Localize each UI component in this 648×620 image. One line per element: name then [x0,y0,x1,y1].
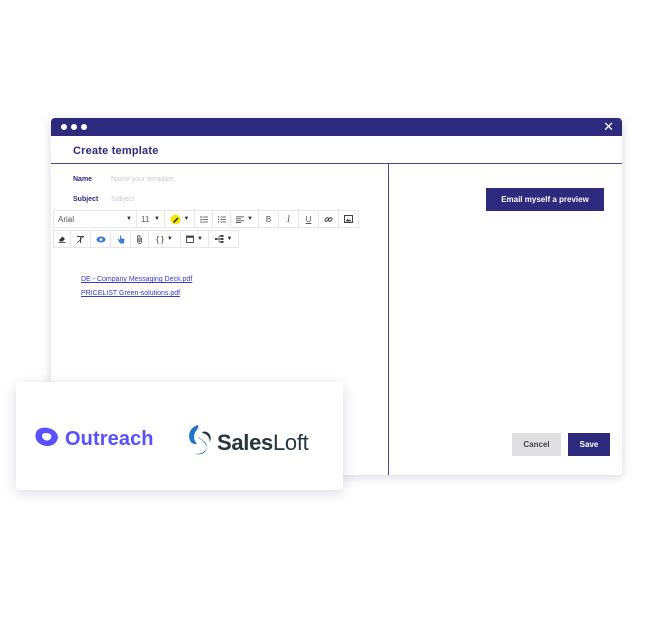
eraser-button[interactable] [53,230,71,248]
clear-format-button[interactable] [71,230,91,248]
chevron-down-icon: ▼ [166,236,173,242]
dot-icon [71,124,77,130]
chevron-down-icon: ▼ [197,236,203,242]
attachment-link[interactable]: DE - Company Messaging Deck.pdf [81,276,192,283]
window-header: Create template [51,136,622,164]
chevron-down-icon: ▼ [154,216,160,222]
calendar-icon [186,235,194,243]
chevron-down-icon: ▼ [183,216,190,222]
cancel-button[interactable]: Cancel [512,433,561,456]
preview-eye-button[interactable] [91,230,111,248]
integrations-card: Outreach SalesLoft [16,382,343,490]
chevron-down-icon: ▼ [226,236,233,242]
chevron-down-icon: ▼ [247,216,253,222]
italic-button[interactable]: I [279,210,299,228]
salesloft-logo-icon [188,424,214,461]
track-clicks-button[interactable] [111,230,131,248]
save-button[interactable]: Save [568,433,610,456]
link-icon [324,215,333,224]
link-button[interactable] [319,210,339,228]
dot-icon [81,124,87,130]
email-preview-button[interactable]: Email myself a preview [486,188,604,211]
snippets-select[interactable]: ▼ [209,230,239,248]
calendar-select[interactable]: ▼ [181,230,209,248]
subject-row: Subject [73,196,291,203]
italic-icon: I [287,214,290,224]
font-size-select[interactable]: 11 ▼ [137,210,165,228]
dot-icon [61,124,67,130]
name-input[interactable] [111,176,291,183]
variables-select[interactable]: { } ▼ [149,230,181,248]
font-size-value: 11 [141,214,150,224]
subject-label: Subject [73,196,99,203]
sitemap-icon [214,235,224,243]
attachment-list: DE - Company Messaging Deck.pdf PRICELIS… [81,276,192,304]
formatting-toolbar-row-1: Arial ▼ 11 ▼ ▼ ▼ B I U [53,210,359,228]
preview-pane: Email myself a preview Cancel Save [389,164,622,475]
eye-icon [95,236,106,243]
name-label: Name [73,176,93,183]
hand-icon [117,235,125,244]
outreach-wordmark: Outreach [65,428,154,450]
chevron-down-icon: ▼ [126,216,132,222]
attachment-link[interactable]: PRICELIST Green-solutions.pdf [81,290,192,297]
page-title: Create template [73,145,159,157]
bullet-list-icon [199,215,208,223]
salesloft-logo: SalesLoft [188,424,309,461]
numbered-list-button[interactable] [213,210,231,228]
salesloft-wordmark-bold: Sales [217,429,273,455]
font-family-value: Arial [58,214,75,224]
bullet-list-button[interactable] [195,210,213,228]
paperclip-icon [136,234,143,244]
subject-input[interactable] [111,196,291,203]
bold-icon: B [265,214,272,224]
clear-format-icon [76,235,85,244]
salesloft-wordmark-rest: Loft [273,429,309,455]
window-titlebar: ✕ [51,118,622,136]
highlight-button[interactable]: ▼ [165,210,195,228]
eraser-icon [58,235,66,243]
bold-button[interactable]: B [259,210,279,228]
outreach-logo: Outreach [35,427,154,452]
salesloft-wordmark: SalesLoft [217,430,309,456]
name-row: Name [73,176,291,183]
image-icon [344,215,353,223]
attach-button[interactable] [131,230,149,248]
image-button[interactable] [339,210,359,228]
font-family-select[interactable]: Arial ▼ [53,210,137,228]
formatting-toolbar-row-2: { } ▼ ▼ ▼ [53,230,239,248]
numbered-list-icon [217,215,226,223]
underline-icon: U [305,214,312,224]
braces-icon: { } [156,234,164,244]
underline-button[interactable]: U [299,210,319,228]
outreach-logo-icon [35,427,59,452]
close-icon[interactable]: ✕ [603,120,614,134]
highlighter-icon [170,214,181,225]
window-dots [61,124,87,130]
align-select[interactable]: ▼ [231,210,259,228]
align-icon [236,215,245,223]
